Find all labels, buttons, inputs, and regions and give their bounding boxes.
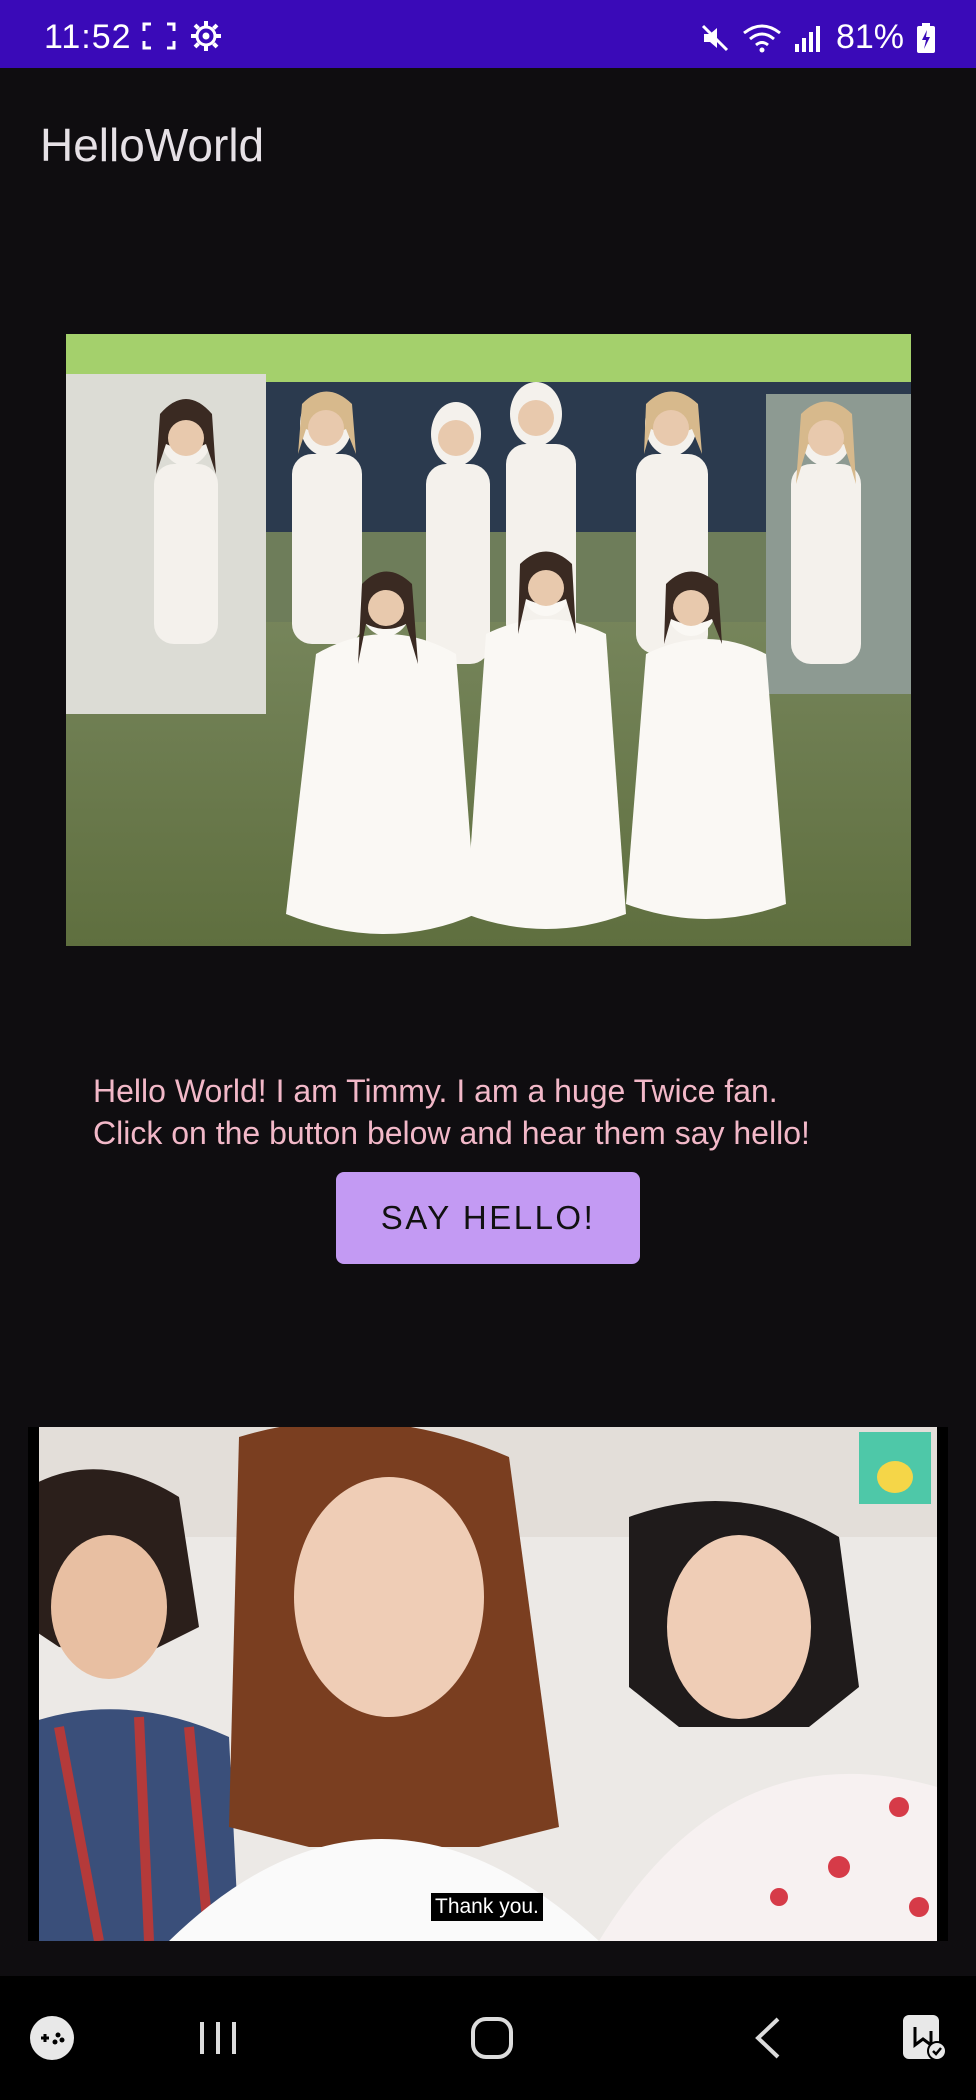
- intro-message-line1: Hello World! I am Timmy. I am a huge Twi…: [93, 1073, 778, 1109]
- recents-icon: [200, 2022, 236, 2054]
- group-photo-illustration: [66, 334, 911, 946]
- settings-gear-icon: [191, 21, 221, 51]
- back-button[interactable]: [728, 1998, 808, 2078]
- status-time: 11:52: [44, 18, 132, 56]
- group-photo: [66, 334, 911, 946]
- accessibility-icon: [903, 2015, 947, 2061]
- game-launcher-button[interactable]: [12, 1998, 92, 2078]
- back-icon: [755, 2017, 780, 2059]
- status-right-icons: 81%: [700, 18, 936, 57]
- status-left-icons: [142, 20, 222, 52]
- intro-message-line2: Click on the button below and hear them …: [93, 1115, 810, 1151]
- recents-button[interactable]: [178, 1998, 258, 2078]
- navigation-bar: [0, 1976, 976, 2100]
- wifi-icon: [743, 24, 781, 52]
- video-caption: Thank you.: [431, 1893, 543, 1921]
- video-illustration: [39, 1427, 937, 1941]
- battery-percent: 81%: [835, 18, 904, 56]
- app-bar: HelloWorld: [0, 68, 976, 218]
- battery-charging-icon: [917, 22, 935, 53]
- status-bar: 11:52 81%: [0, 0, 976, 68]
- video-player[interactable]: [28, 1427, 948, 1941]
- intro-message: Hello World! I am Timmy. I am a huge Twi…: [93, 1070, 913, 1154]
- signal-icon: [794, 25, 820, 52]
- screenshot-icon: [142, 22, 176, 50]
- game-launcher-icon: [30, 2016, 74, 2060]
- mute-icon: [701, 24, 728, 51]
- app-title: HelloWorld: [40, 119, 265, 171]
- home-button[interactable]: [452, 1998, 532, 2078]
- home-icon: [471, 2017, 513, 2059]
- accessibility-button[interactable]: [884, 1998, 964, 2078]
- video-frame-content: [39, 1427, 937, 1941]
- say-hello-button[interactable]: SAY HELLO!: [336, 1172, 640, 1264]
